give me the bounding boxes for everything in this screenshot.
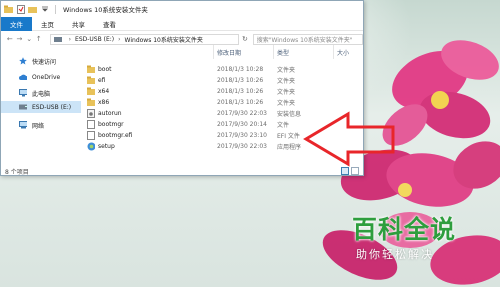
recent-dropdown-icon[interactable]: ⌄ — [24, 35, 34, 43]
nav-item-label: 此电脑 — [32, 90, 51, 98]
tab-share[interactable]: 共享 — [63, 19, 94, 29]
column-header-date[interactable]: 修改日期 — [217, 48, 241, 57]
back-arrow-icon[interactable]: ← — [5, 35, 15, 43]
nav-item-esd-usb[interactable]: ESD-USB (E:) — [1, 101, 81, 113]
properties-icon[interactable] — [16, 4, 25, 14]
network-icon — [19, 121, 27, 129]
file-list-pane: 修改日期 类型 大小 boot 2018/1/3 10:28 文件夹 efi 2… — [81, 41, 363, 165]
folder-small-icon — [4, 5, 13, 14]
nav-item-quick-access[interactable]: 快速访问 — [1, 55, 81, 67]
forward-arrow-icon[interactable]: → — [15, 35, 25, 43]
nav-item-this-pc[interactable]: 此电脑 — [1, 87, 81, 99]
column-headers: 修改日期 类型 大小 — [81, 41, 363, 61]
usb-drive-icon — [19, 103, 27, 111]
ribbon-tabs: 文件 主页 共享 查看 — [1, 16, 363, 31]
file-type: 应用程序 — [277, 143, 302, 151]
file-name: setup — [98, 142, 115, 150]
nav-item-onedrive[interactable]: OneDrive — [1, 71, 81, 83]
title-separator — [55, 4, 56, 14]
column-divider[interactable] — [213, 45, 214, 59]
column-header-size[interactable]: 大小 — [337, 48, 349, 57]
watermark-title: 百科全说 — [352, 215, 457, 244]
file-date: 2017/9/30 22:03 — [217, 142, 267, 150]
navigation-pane: 快速访问 OneDrive 此电脑 ESD-USB (E:) 网络 — [1, 49, 81, 165]
window-title: Windows 10系统安装文件夹 — [63, 6, 148, 14]
computer-icon — [19, 89, 27, 97]
column-header-type[interactable]: 类型 — [277, 48, 289, 57]
explorer-window: Windows 10系统安装文件夹 文件 主页 共享 查看 ← → ⌄ ↑ › … — [0, 0, 364, 176]
drive-small-icon — [53, 36, 62, 42]
star-icon — [19, 57, 27, 65]
column-divider[interactable] — [333, 45, 334, 59]
watermark: 百科全说 助你轻松解决 — [344, 208, 500, 287]
large-icons-view-icon[interactable] — [351, 167, 359, 175]
breadcrumb-chevron-icon[interactable]: › — [69, 36, 71, 43]
watermark-subtitle: 助你轻松解决 — [356, 248, 434, 261]
setup-app-icon — [87, 140, 95, 152]
file-row[interactable]: setup 2017/9/30 22:03 应用程序 — [81, 140, 363, 152]
tab-view[interactable]: 查看 — [94, 19, 125, 29]
nav-item-network[interactable]: 网络 — [1, 119, 81, 131]
nav-item-label: 快速访问 — [32, 58, 57, 66]
nav-item-label: ESD-USB (E:) — [32, 103, 72, 111]
tab-file[interactable]: 文件 — [1, 16, 32, 31]
details-view-icon[interactable] — [341, 167, 349, 175]
new-folder-icon[interactable] — [28, 5, 37, 14]
item-count: 8 个项目 — [5, 168, 29, 176]
title-bar: Windows 10系统安装文件夹 — [1, 1, 363, 17]
nav-item-label: 网络 — [32, 122, 45, 130]
cloud-icon — [19, 73, 27, 81]
up-arrow-icon[interactable]: ↑ — [34, 35, 44, 43]
column-divider[interactable] — [273, 45, 274, 59]
quick-access-dropdown-icon[interactable] — [40, 5, 49, 14]
status-bar: 8 个项目 — [1, 166, 363, 176]
tab-home[interactable]: 主页 — [32, 19, 63, 29]
nav-item-label: OneDrive — [32, 73, 61, 81]
